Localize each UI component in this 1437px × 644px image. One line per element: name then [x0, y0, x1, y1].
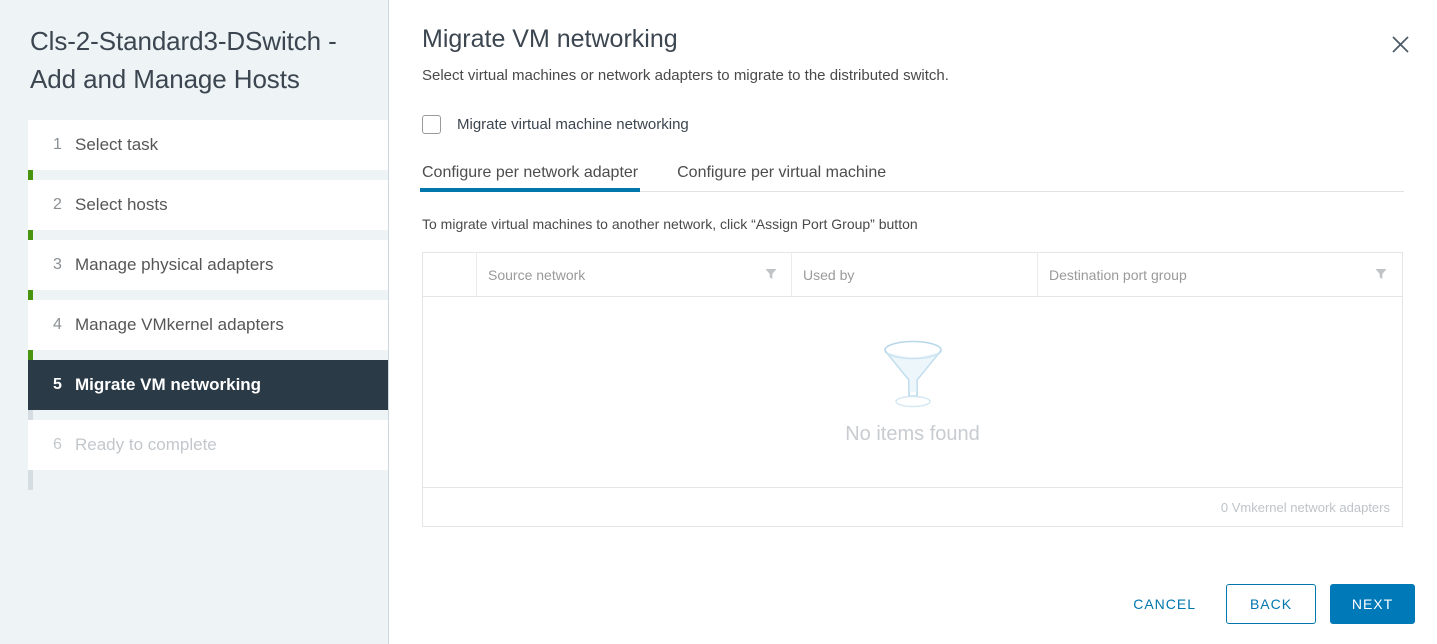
tab-configure-per-network-adapter[interactable]: Configure per network adapter [419, 164, 641, 192]
step-number: 1 [53, 136, 62, 153]
table-footer: 0 Vmkernel network adapters [423, 488, 1402, 526]
sidebar-step-manage-vmkernel-adapters[interactable]: 4 Manage VMkernel adapters [28, 300, 388, 350]
table-header-label: Used by [803, 266, 855, 283]
empty-state-text: No items found [845, 423, 980, 445]
sidebar-step-manage-physical-adapters[interactable]: 3 Manage physical adapters [28, 240, 388, 290]
step-number: 3 [53, 256, 62, 273]
cancel-button[interactable]: CANCEL [1115, 586, 1214, 622]
step-number: 6 [53, 436, 62, 453]
step-label: Manage physical adapters [75, 255, 274, 274]
table-header-source-network[interactable]: Source network [476, 252, 791, 297]
table-header-destination-port-group[interactable]: Destination port group [1037, 252, 1401, 297]
assign-port-group-hint: To migrate virtual machines to another n… [422, 216, 918, 232]
step-number: 2 [53, 196, 62, 213]
configure-mode-tabs: Configure per network adapter Configure … [419, 160, 1404, 192]
migrate-vm-networking-checkbox-row: Migrate virtual machine networking [422, 115, 1404, 134]
table-row-count: 0 Vmkernel network adapters [1220, 499, 1390, 515]
table-header-select [423, 253, 476, 297]
step-number: 5 [53, 376, 62, 393]
step-label: Manage VMkernel adapters [75, 315, 284, 334]
add-manage-hosts-wizard: Cls-2-Standard3-DSwitch - Add and Manage… [0, 0, 1437, 644]
step-label: Select task [75, 135, 159, 154]
migrate-vm-networking-checkbox[interactable] [422, 115, 441, 134]
step-label: Ready to complete [75, 435, 217, 454]
step-label: Migrate VM networking [75, 375, 262, 394]
page-subtitle: Select virtual machines or network adapt… [422, 67, 949, 84]
table-header-label: Destination port group [1049, 266, 1187, 283]
page-title: Migrate VM networking [422, 25, 678, 53]
sidebar-step-select-task[interactable]: 1 Select task [28, 120, 388, 170]
source-network-table: Source network Used by Destination port … [422, 252, 1403, 527]
table-empty-state: No items found [423, 297, 1402, 488]
wizard-sidebar: Cls-2-Standard3-DSwitch - Add and Manage… [0, 0, 389, 644]
close-icon[interactable] [1385, 29, 1415, 59]
step-number: 4 [53, 316, 62, 333]
table-header-label: Source network [488, 266, 586, 283]
table-header-used-by: Used by [791, 252, 1037, 297]
sidebar-step-select-hosts[interactable]: 2 Select hosts [28, 180, 388, 230]
next-button[interactable]: NEXT [1330, 584, 1415, 624]
tab-configure-per-virtual-machine[interactable]: Configure per virtual machine [677, 164, 886, 192]
wizard-main-panel: Migrate VM networking Select virtual mac… [389, 0, 1437, 644]
step-label: Select hosts [75, 195, 168, 214]
wizard-footer: CANCEL BACK NEXT [422, 584, 1415, 624]
funnel-icon [876, 338, 950, 413]
wizard-title: Cls-2-Standard3-DSwitch - Add and Manage… [30, 26, 337, 94]
filter-icon[interactable] [765, 267, 777, 283]
wizard-steps: 1 Select task 2 Select hosts 3 Manage ph… [0, 120, 388, 490]
table-header-row: Source network Used by Destination port … [423, 252, 1402, 297]
migrate-vm-networking-checkbox-label: Migrate virtual machine networking [457, 116, 689, 133]
filter-icon[interactable] [1375, 267, 1387, 283]
back-button[interactable]: BACK [1226, 584, 1316, 624]
sidebar-step-migrate-vm-networking[interactable]: 5 Migrate VM networking [28, 360, 388, 410]
sidebar-step-ready-to-complete: 6 Ready to complete [28, 420, 388, 470]
